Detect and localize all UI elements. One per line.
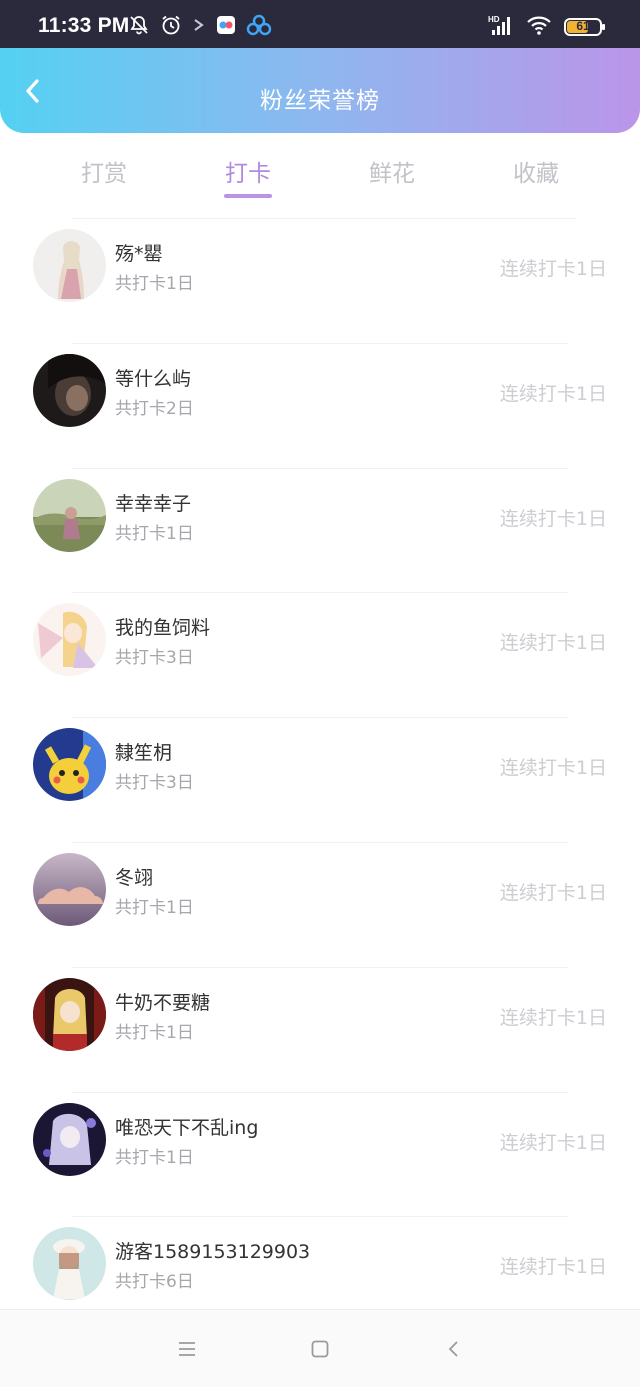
page-title: 粉丝荣誉榜 — [260, 88, 380, 114]
battery-icon: 61 — [564, 18, 605, 36]
tab-flowers[interactable]: 鲜花 — [320, 140, 464, 204]
header-bar: 粉丝荣誉榜 — [0, 48, 640, 133]
fan-streak: 连续打卡1日 — [499, 507, 607, 530]
avatar[interactable] — [33, 728, 106, 802]
list-item[interactable]: 等什么屿 共打卡2日 连续打卡1日 — [0, 344, 640, 469]
fan-streak: 连续打卡1日 — [499, 632, 607, 655]
home-square-icon — [311, 1340, 329, 1358]
status-time: 11:33 PM — [38, 14, 130, 37]
avatar[interactable] — [33, 478, 106, 552]
avatar[interactable] — [33, 852, 106, 926]
status-right-icons: HD 61 — [488, 14, 605, 40]
fan-total-checkins: 共打卡3日 — [115, 773, 194, 794]
fan-streak: 连续打卡1日 — [499, 382, 607, 405]
list-item[interactable]: 我的鱼饲料 共打卡3日 连续打卡1日 — [0, 593, 640, 719]
fan-honor-screen: 11:33 PM HD 61 粉丝荣誉榜 打赏 打卡 鲜花 收藏 殇*罌 共打卡… — [0, 0, 640, 1387]
fan-name: 隸笙枂 — [115, 742, 173, 765]
avatar[interactable] — [33, 977, 106, 1051]
fan-total-checkins: 共打卡1日 — [115, 897, 194, 918]
back-nav-button[interactable] — [441, 1336, 467, 1362]
fan-name: 幸幸幸子 — [115, 492, 192, 515]
tab-favorites[interactable]: 收藏 — [464, 140, 608, 204]
list-item[interactable]: 殇*罌 共打卡1日 连续打卡1日 — [0, 219, 640, 344]
list-item[interactable]: 牛奶不要糖 共打卡1日 连续打卡1日 — [0, 968, 640, 1093]
tab-reward[interactable]: 打赏 — [32, 140, 176, 204]
fan-name: 等什么屿 — [115, 367, 192, 390]
fan-name: 殇*罌 — [115, 243, 163, 265]
tab-label: 收藏 — [513, 161, 559, 187]
fan-streak: 连续打卡1日 — [499, 258, 607, 280]
list-item[interactable]: 幸幸幸子 共打卡1日 连续打卡1日 — [0, 469, 640, 594]
fan-total-checkins: 共打卡1日 — [115, 1147, 194, 1168]
avatar[interactable] — [33, 1227, 106, 1301]
fan-name: 冬翊 — [115, 866, 154, 889]
fan-total-checkins: 共打卡6日 — [115, 1272, 194, 1293]
alarm-icon — [160, 14, 182, 40]
avatar[interactable] — [33, 1102, 106, 1176]
avatar[interactable] — [33, 603, 106, 677]
fan-name: 游客1589153129903 — [115, 1241, 311, 1264]
fan-total-checkins: 共打卡2日 — [115, 398, 194, 419]
fan-list: 殇*罌 共打卡1日 连续打卡1日 等什么屿 共打卡2日 连续打卡1日 幸幸幸子 … — [0, 219, 640, 1342]
home-button[interactable] — [307, 1336, 333, 1362]
status-bar: 11:33 PM HD 61 — [0, 0, 640, 48]
fan-total-checkins: 共打卡3日 — [115, 648, 194, 669]
fan-name: 牛奶不要糖 — [115, 991, 211, 1014]
battery-level: 61 — [576, 19, 590, 33]
system-nav-bar — [0, 1309, 640, 1387]
tab-label: 打赏 — [81, 161, 127, 187]
fan-name: 我的鱼饲料 — [115, 617, 211, 640]
active-tab-indicator — [224, 194, 272, 198]
back-triangle-icon — [448, 1341, 458, 1357]
tab-label: 鲜花 — [369, 161, 415, 187]
tab-bar: 打赏 打卡 鲜花 收藏 — [32, 140, 608, 204]
status-left-icons — [128, 14, 272, 40]
fan-total-checkins: 共打卡1日 — [115, 274, 194, 294]
list-item[interactable]: 冬翊 共打卡1日 连续打卡1日 — [0, 843, 640, 968]
fan-streak: 连续打卡1日 — [499, 881, 607, 904]
fan-total-checkins: 共打卡1日 — [115, 523, 194, 544]
fan-streak: 连续打卡1日 — [499, 757, 607, 780]
signal-icon: HD — [488, 14, 514, 40]
fan-streak: 连续打卡1日 — [499, 1131, 607, 1154]
fan-total-checkins: 共打卡1日 — [115, 1022, 194, 1043]
menu-icon — [179, 1342, 195, 1356]
fan-name: 唯恐天下不乱ing — [115, 1116, 259, 1139]
fan-streak: 连续打卡1日 — [499, 1006, 607, 1029]
tab-checkin[interactable]: 打卡 — [176, 140, 320, 204]
list-item[interactable]: 唯恐天下不乱ing 共打卡1日 连续打卡1日 — [0, 1093, 640, 1218]
tab-label: 打卡 — [225, 161, 271, 187]
avatar[interactable] — [33, 229, 106, 302]
avatar[interactable] — [33, 353, 106, 427]
bell-off-icon — [128, 14, 150, 40]
wifi-icon — [526, 14, 552, 40]
fan-streak: 连续打卡1日 — [499, 1256, 607, 1279]
menu-button[interactable] — [174, 1336, 200, 1362]
arrow-icon — [192, 14, 206, 40]
app-icon — [216, 15, 236, 39]
list-item[interactable]: 隸笙枂 共打卡3日 连续打卡1日 — [0, 718, 640, 843]
app-icon-2 — [246, 14, 272, 40]
svg-text:HD: HD — [488, 15, 500, 24]
